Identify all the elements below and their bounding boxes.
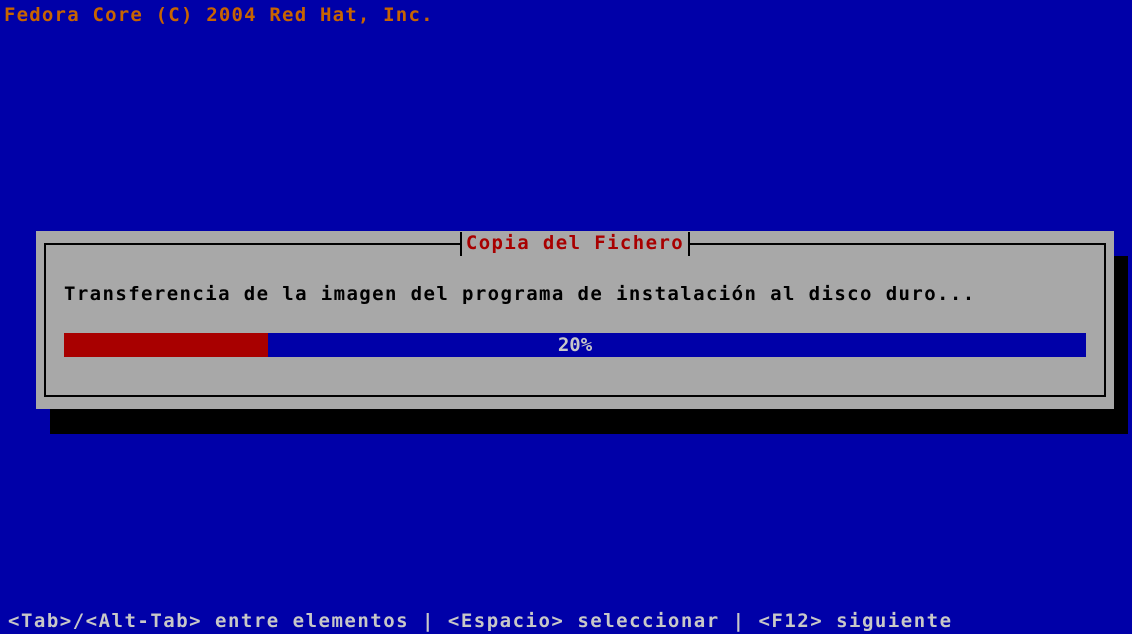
dialog-title-box: Copia del Fichero	[459, 232, 691, 256]
dialog-frame	[44, 243, 1106, 397]
dialog-title-wrap: Copia del Fichero	[36, 232, 1114, 256]
progress-bar: 20%	[64, 333, 1086, 357]
copyright-header: Fedora Core (C) 2004 Red Hat, Inc.	[4, 4, 434, 26]
title-right-tee	[688, 232, 691, 256]
keyboard-help-footer: <Tab>/<Alt-Tab> entre elementos | <Espac…	[8, 610, 953, 632]
copy-file-dialog: Copia del Fichero Transferencia de la im…	[36, 231, 1114, 409]
dialog-title: Copia del Fichero	[465, 232, 685, 254]
dialog-message: Transferencia de la imagen del programa …	[64, 283, 976, 305]
title-left-tee	[459, 232, 462, 256]
installer-screen: Fedora Core (C) 2004 Red Hat, Inc. Copia…	[0, 0, 1132, 634]
progress-label: 20%	[557, 334, 593, 356]
